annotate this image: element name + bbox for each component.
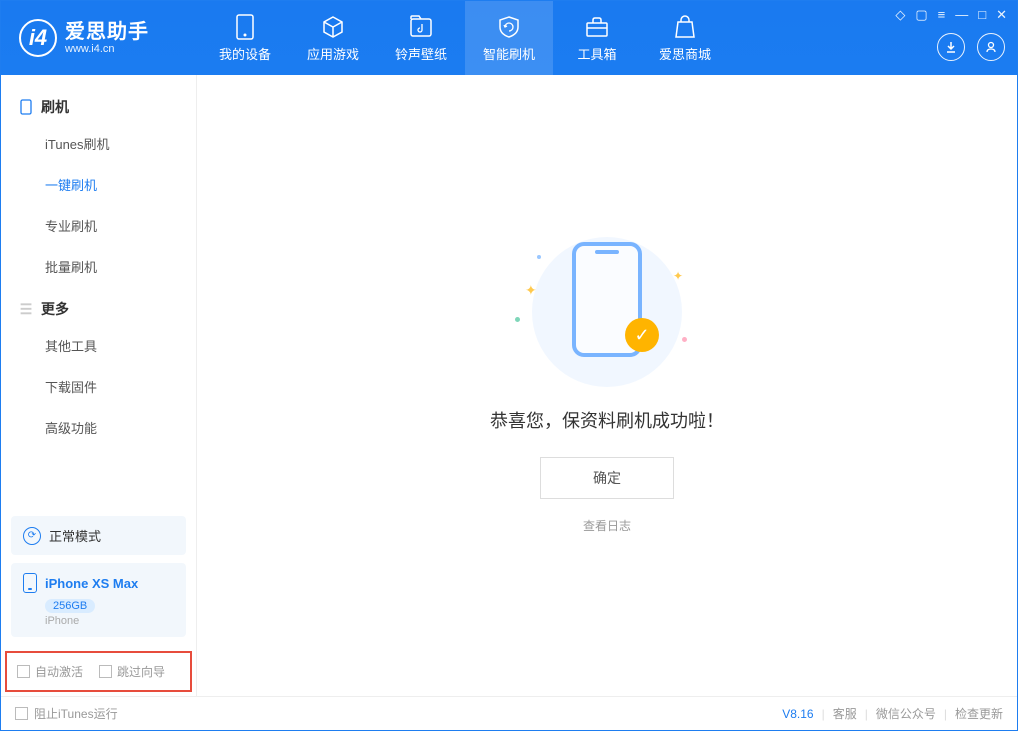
mode-card[interactable]: ⟳ 正常模式 (11, 516, 186, 555)
maximize-button[interactable]: □ (978, 7, 986, 23)
sidebar-item-other[interactable]: 其他工具 (1, 325, 196, 366)
sidebar-item-pro[interactable]: 专业刷机 (1, 205, 196, 246)
device-name: iPhone XS Max (45, 576, 138, 591)
skin-icon[interactable]: ◇ (895, 7, 905, 23)
refresh-shield-icon (496, 14, 522, 40)
logo-url: www.i4.cn (65, 43, 149, 55)
logo[interactable]: i4 爱思助手 www.i4.cn (1, 19, 201, 57)
music-folder-icon (408, 14, 434, 40)
nav-apps[interactable]: 应用游戏 (289, 1, 377, 75)
nav-flash[interactable]: 智能刷机 (465, 1, 553, 75)
nav-tools[interactable]: 工具箱 (553, 1, 641, 75)
app-window: i4 爱思助手 www.i4.cn 我的设备 应用游戏 铃声壁纸 智能刷机 (0, 0, 1018, 731)
sidebar: 刷机 iTunes刷机 一键刷机 专业刷机 批量刷机 ☰ 更多 其他工具 下载固… (1, 75, 197, 696)
cube-icon (320, 14, 346, 40)
check-badge-icon: ✓ (625, 318, 659, 352)
version-label: V8.16 (782, 707, 813, 721)
sidebar-group-flash: 刷机 (1, 85, 196, 123)
sidebar-item-itunes[interactable]: iTunes刷机 (1, 123, 196, 164)
nav-store[interactable]: 爱思商城 (641, 1, 729, 75)
update-link[interactable]: 检查更新 (955, 705, 1003, 722)
main-content: ✓ ✦ ✦ 恭喜您，保资料刷机成功啦！ 确定 查看日志 (197, 75, 1017, 696)
mode-icon: ⟳ (23, 527, 41, 545)
checkbox-auto-activate[interactable]: 自动激活 (17, 663, 83, 680)
checkbox-skip-guide[interactable]: 跳过向导 (99, 663, 165, 680)
list-icon: ☰ (19, 302, 33, 316)
checkbox-block-itunes[interactable]: 阻止iTunes运行 (15, 705, 118, 722)
phone-icon (19, 100, 33, 114)
device-card[interactable]: iPhone XS Max 256GB iPhone (11, 563, 186, 637)
sparkle-icon: ✦ (673, 269, 683, 283)
user-icon[interactable] (977, 33, 1005, 61)
sparkle-icon: ✦ (525, 282, 537, 299)
device-phone-icon (23, 573, 37, 593)
device-type: iPhone (45, 615, 174, 627)
checkbox-icon (15, 707, 28, 720)
checkbox-icon (99, 665, 112, 678)
nav-ringtones[interactable]: 铃声壁纸 (377, 1, 465, 75)
mode-label: 正常模式 (49, 526, 101, 545)
checkbox-highlight-row: 自动激活 跳过向导 (5, 651, 192, 692)
device-storage: 256GB (45, 599, 95, 613)
logo-icon: i4 (19, 19, 57, 57)
window-controls: ◇ ▢ ≡ — □ ✕ (917, 1, 1017, 75)
minimize-button[interactable]: — (955, 7, 968, 23)
close-button[interactable]: ✕ (996, 7, 1007, 23)
device-icon (232, 14, 258, 40)
status-bar: 阻止iTunes运行 V8.16 | 客服 | 微信公众号 | 检查更新 (1, 696, 1017, 730)
sidebar-item-batch[interactable]: 批量刷机 (1, 246, 196, 287)
menu-icon[interactable]: ≡ (938, 7, 946, 23)
sidebar-item-firmware[interactable]: 下载固件 (1, 366, 196, 407)
view-log-link[interactable]: 查看日志 (583, 517, 631, 534)
download-icon[interactable] (937, 33, 965, 61)
sidebar-group-more: ☰ 更多 (1, 287, 196, 325)
success-message: 恭喜您，保资料刷机成功啦！ (490, 407, 724, 433)
logo-title: 爱思助手 (65, 21, 149, 43)
sidebar-item-advanced[interactable]: 高级功能 (1, 407, 196, 448)
ok-button[interactable]: 确定 (540, 457, 674, 499)
wechat-link[interactable]: 微信公众号 (876, 705, 936, 722)
bag-icon (672, 14, 698, 40)
titlebar: i4 爱思助手 www.i4.cn 我的设备 应用游戏 铃声壁纸 智能刷机 (1, 1, 1017, 75)
toolbox-icon (584, 14, 610, 40)
checkbox-icon (17, 665, 30, 678)
success-illustration: ✓ ✦ ✦ (507, 237, 707, 387)
nav-device[interactable]: 我的设备 (201, 1, 289, 75)
support-link[interactable]: 客服 (833, 705, 857, 722)
sidebar-item-onekey[interactable]: 一键刷机 (1, 164, 196, 205)
feedback-icon[interactable]: ▢ (915, 7, 927, 23)
main-nav: 我的设备 应用游戏 铃声壁纸 智能刷机 工具箱 爱思商城 (201, 1, 917, 75)
body: 刷机 iTunes刷机 一键刷机 专业刷机 批量刷机 ☰ 更多 其他工具 下载固… (1, 75, 1017, 696)
